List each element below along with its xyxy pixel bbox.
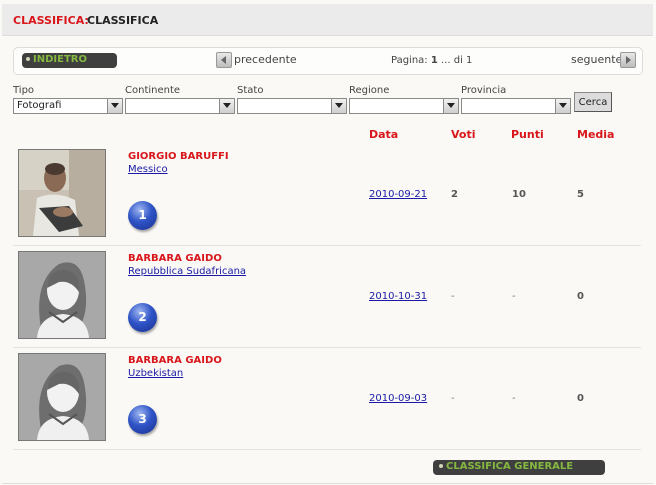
chevron-down-icon[interactable] xyxy=(555,99,570,113)
bullet-icon xyxy=(26,57,30,61)
row-name[interactable]: GIORGIO BARUFFI xyxy=(128,151,229,162)
page-separator: ... di xyxy=(441,55,463,66)
row-voti: - xyxy=(451,393,455,404)
bullet-icon xyxy=(439,464,443,468)
page-prefix: Pagina: xyxy=(391,55,428,66)
row-divider xyxy=(13,245,641,246)
female-avatar-placeholder-icon[interactable] xyxy=(18,353,106,441)
page-header: CLASSIFICA: CLASSIFICA xyxy=(2,4,653,36)
chevron-down-icon[interactable] xyxy=(331,99,346,113)
page-total: 1 xyxy=(466,55,473,66)
user-photo[interactable] xyxy=(18,149,106,237)
provincia-label: Provincia xyxy=(461,85,507,96)
page-indicator: Pagina: 1 ... di 1 xyxy=(391,55,472,66)
row-country-link[interactable]: Repubblica Sudafricana xyxy=(128,266,246,277)
page-current: 1 xyxy=(430,55,438,66)
row-voti: - xyxy=(451,291,455,302)
column-header-punti: Punti xyxy=(511,128,544,141)
rank-badge: 3 xyxy=(128,405,157,434)
page-title: CLASSIFICA xyxy=(87,14,159,27)
prev-arrow-icon[interactable] xyxy=(216,52,232,68)
row-date-link[interactable]: 2010-09-21 xyxy=(369,189,427,200)
chevron-down-icon[interactable] xyxy=(107,99,122,113)
next-link[interactable]: seguente xyxy=(571,53,622,66)
tipo-value: Fotografi xyxy=(17,100,62,111)
row-voti: 2 xyxy=(451,189,458,200)
column-header-voti: Voti xyxy=(451,128,476,141)
row-punti: 10 xyxy=(512,189,526,200)
chevron-down-icon[interactable] xyxy=(443,99,458,113)
stato-select[interactable] xyxy=(237,98,347,114)
column-header-media: Media xyxy=(577,128,615,141)
column-header-data: Data xyxy=(369,128,399,141)
row-date-link[interactable]: 2010-09-03 xyxy=(369,393,427,404)
regione-select[interactable] xyxy=(349,98,459,114)
continente-label: Continente xyxy=(125,85,181,96)
row-divider xyxy=(13,449,641,450)
rank-badge: 1 xyxy=(128,201,157,230)
next-arrow-icon[interactable] xyxy=(620,52,636,68)
provincia-select[interactable] xyxy=(461,98,571,114)
search-button[interactable]: Cerca xyxy=(574,92,612,112)
row-date-link[interactable]: 2010-10-31 xyxy=(369,291,427,302)
female-avatar-placeholder-icon[interactable] xyxy=(18,251,106,339)
row-media: 0 xyxy=(577,393,584,404)
chevron-down-icon[interactable] xyxy=(219,99,234,113)
header-label: CLASSIFICA: xyxy=(13,14,89,27)
row-name[interactable]: BARBARA GAIDO xyxy=(128,355,222,366)
back-button-label: INDIETRO xyxy=(33,54,87,65)
bottom-divider xyxy=(2,483,653,484)
tipo-select[interactable]: Fotografi xyxy=(13,98,123,114)
rank-badge: 2 xyxy=(128,303,157,332)
pagination-bar: INDIETRO precedente Pagina: 1 ... di 1 s… xyxy=(13,47,643,75)
row-country-link[interactable]: Messico xyxy=(128,164,168,175)
back-button[interactable]: INDIETRO xyxy=(22,53,117,68)
row-punti: - xyxy=(512,291,516,302)
general-ranking-label: CLASSIFICA GENERALE xyxy=(446,461,574,472)
general-ranking-button[interactable]: CLASSIFICA GENERALE xyxy=(433,460,605,475)
row-divider xyxy=(13,347,641,348)
row-media: 0 xyxy=(577,291,584,302)
row-name[interactable]: BARBARA GAIDO xyxy=(128,253,222,264)
continente-select[interactable] xyxy=(125,98,235,114)
row-punti: - xyxy=(512,393,516,404)
stato-label: Stato xyxy=(237,85,264,96)
row-country-link[interactable]: Uzbekistan xyxy=(128,368,183,379)
regione-label: Regione xyxy=(349,85,390,96)
row-media: 5 xyxy=(577,189,584,200)
tipo-label: Tipo xyxy=(13,85,35,96)
prev-link[interactable]: precedente xyxy=(234,53,297,66)
